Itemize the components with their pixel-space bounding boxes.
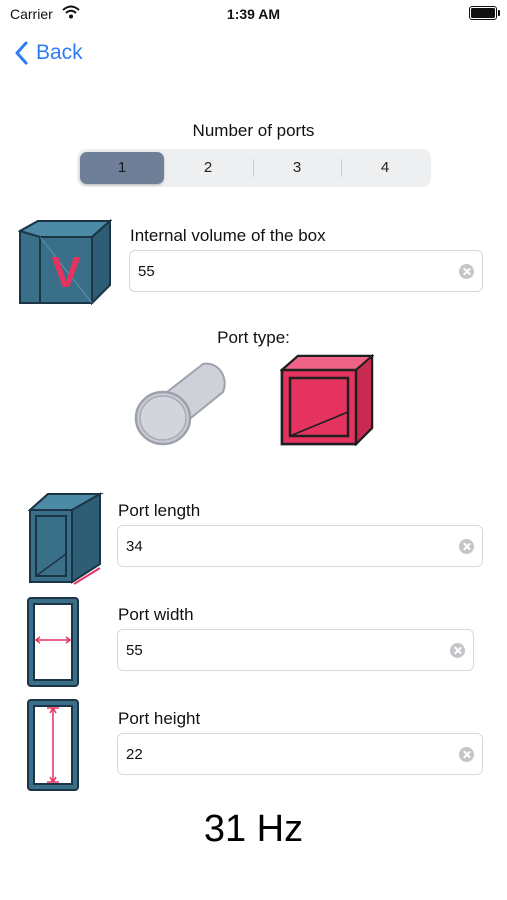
ports-option-1[interactable]: 1 <box>80 152 164 184</box>
chevron-left-icon <box>15 41 28 65</box>
port-height-icon <box>26 698 80 797</box>
clear-volume-icon[interactable] <box>459 264 474 279</box>
round-port-option[interactable] <box>133 352 229 453</box>
ports-option-4[interactable]: 4 <box>343 152 427 184</box>
port-type-label: Port type: <box>217 328 290 347</box>
port-length-input[interactable] <box>126 526 418 566</box>
clear-port-width-icon[interactable] <box>450 643 465 658</box>
clock: 1:39 AM <box>226 6 281 22</box>
ports-option-2[interactable]: 2 <box>166 152 250 184</box>
port-width-field[interactable] <box>117 629 474 671</box>
segment-divider <box>253 159 254 177</box>
resonance-frequency-result: 31 Hz <box>203 808 304 850</box>
port-height-field[interactable] <box>117 733 483 775</box>
volume-icon-letter: V <box>51 248 81 297</box>
ports-segmented-control[interactable]: 1 2 3 4 <box>77 149 431 187</box>
battery-icon <box>469 6 500 20</box>
volume-label: Internal volume of the box <box>130 226 326 245</box>
segment-divider <box>341 159 342 177</box>
clear-port-height-icon[interactable] <box>459 747 474 762</box>
port-width-label: Port width <box>118 605 194 624</box>
status-bar: Carrier 1:39 AM <box>0 0 507 28</box>
back-label: Back <box>36 41 83 64</box>
port-length-field[interactable] <box>117 525 483 567</box>
back-button[interactable]: Back <box>14 38 83 68</box>
port-length-icon <box>27 490 104 591</box>
box-volume-icon: V <box>17 218 113 310</box>
volume-input[interactable] <box>138 251 420 291</box>
rectangular-port-option[interactable] <box>279 353 375 453</box>
port-length-label: Port length <box>118 501 201 520</box>
port-height-input[interactable] <box>126 734 418 774</box>
port-width-icon <box>26 596 80 693</box>
ports-option-3[interactable]: 3 <box>255 152 339 184</box>
ports-title: Number of ports <box>192 121 315 140</box>
port-height-label: Port height <box>118 709 201 728</box>
volume-field[interactable] <box>129 250 483 292</box>
clear-port-length-icon[interactable] <box>459 539 474 554</box>
port-width-input[interactable] <box>126 630 410 670</box>
